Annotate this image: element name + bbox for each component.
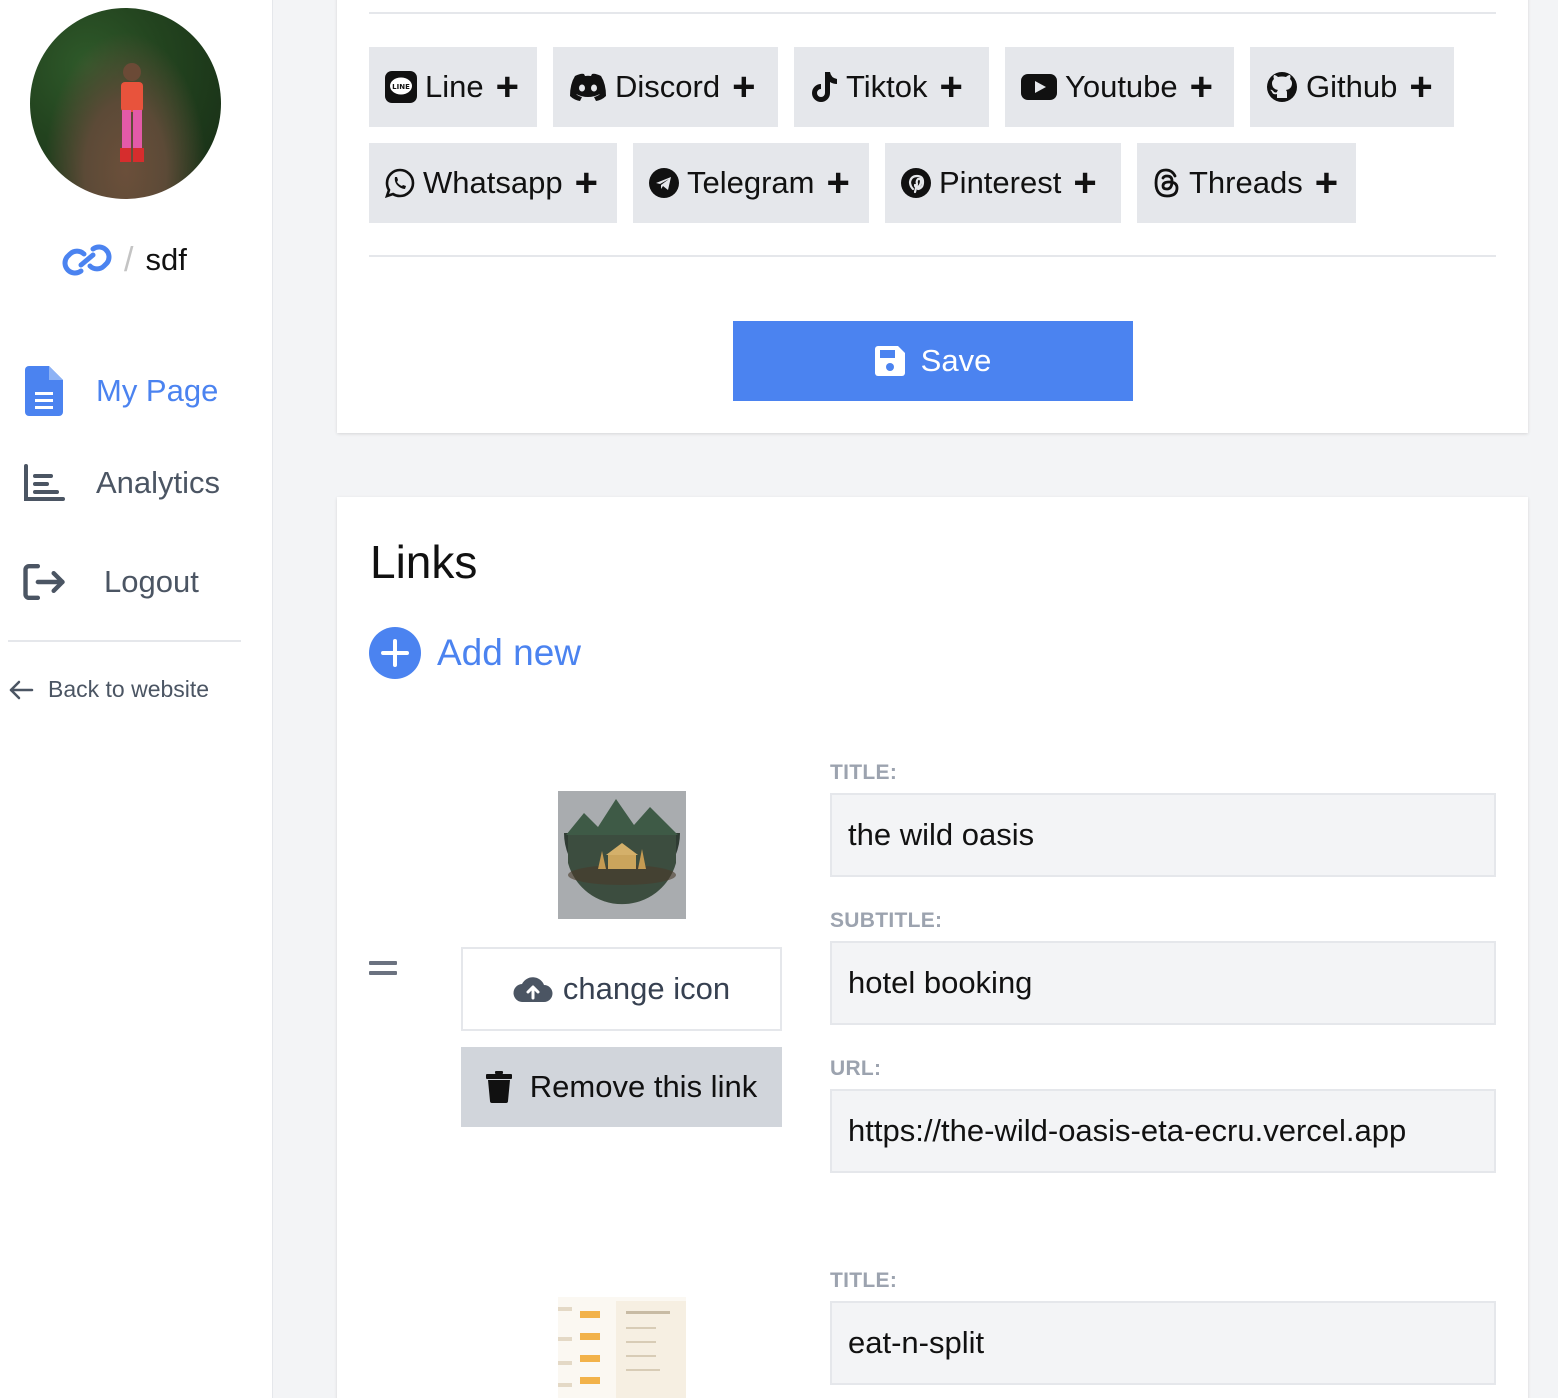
floppy-disk-icon xyxy=(874,346,905,376)
document-icon xyxy=(22,366,66,416)
cloud-upload-icon xyxy=(513,977,553,1003)
nav-logout[interactable]: Logout xyxy=(22,560,199,604)
discord-icon xyxy=(570,73,606,101)
username-separator: / xyxy=(124,240,134,279)
username-text: sdf xyxy=(145,242,187,277)
pinterest-label: Pinterest xyxy=(939,165,1062,200)
socials-divider xyxy=(369,255,1496,257)
change-icon-label: change icon xyxy=(562,971,731,1006)
plus-circle-icon xyxy=(369,627,421,679)
subtitle-input[interactable]: hotel booking xyxy=(830,941,1496,1025)
plus-icon: + xyxy=(939,65,963,109)
add-line-button[interactable]: LINE Line + xyxy=(369,47,537,127)
link-icon-image xyxy=(558,1297,686,1398)
threads-label: Threads xyxy=(1189,165,1303,200)
save-button[interactable]: Save xyxy=(733,321,1133,401)
title-input[interactable]: eat-n-split xyxy=(830,1301,1496,1385)
save-label: Save xyxy=(920,343,992,378)
bar-chart-icon xyxy=(22,464,66,502)
title-label: TITLE: xyxy=(830,761,898,784)
plus-icon: + xyxy=(495,65,519,109)
socials-card: LINE Line + Discord + Tiktok + Youtube + xyxy=(337,0,1528,433)
avatar xyxy=(30,8,221,199)
avatar-photo xyxy=(120,63,144,162)
github-icon xyxy=(1267,72,1297,102)
discord-label: Discord xyxy=(615,69,721,104)
plus-icon: + xyxy=(1073,161,1097,205)
nav-analytics-label: Analytics xyxy=(96,465,221,500)
links-heading: Links xyxy=(370,536,478,588)
add-telegram-button[interactable]: Telegram + xyxy=(633,143,869,223)
trash-icon xyxy=(485,1071,512,1103)
plus-icon: + xyxy=(826,161,850,205)
remove-link-button[interactable]: Remove this link xyxy=(461,1047,782,1127)
back-to-website-link[interactable]: Back to website xyxy=(8,676,209,703)
tiktok-icon xyxy=(812,72,837,102)
nav-my-page-label: My Page xyxy=(96,373,219,408)
svg-text:LINE: LINE xyxy=(392,83,410,91)
whatsapp-icon xyxy=(385,168,415,198)
change-icon-button[interactable]: change icon xyxy=(461,947,782,1031)
youtube-icon xyxy=(1021,74,1057,100)
add-whatsapp-button[interactable]: Whatsapp + xyxy=(369,143,617,223)
add-pinterest-button[interactable]: Pinterest + xyxy=(885,143,1121,223)
github-label: Github xyxy=(1306,69,1398,104)
line-label: Line xyxy=(425,69,484,104)
tiktok-label: Tiktok xyxy=(846,69,928,104)
url-input[interactable]: https://the-wild-oasis-eta-ecru.vercel.a… xyxy=(830,1089,1496,1173)
logout-icon xyxy=(22,560,66,604)
title-input[interactable]: the wild oasis xyxy=(830,793,1496,877)
links-card: Links Add new change icon Remove this li… xyxy=(337,497,1528,1398)
youtube-label: Youtube xyxy=(1065,69,1178,104)
add-new-link-button[interactable]: Add new xyxy=(369,627,581,679)
telegram-icon xyxy=(649,168,679,198)
whatsapp-label: Whatsapp xyxy=(423,165,563,200)
plus-icon: + xyxy=(1189,65,1214,109)
plus-icon: + xyxy=(1314,161,1339,205)
add-discord-button[interactable]: Discord + xyxy=(553,47,778,127)
telegram-label: Telegram xyxy=(687,165,815,200)
pinterest-icon xyxy=(901,168,931,198)
plus-icon: + xyxy=(732,65,756,109)
link-icon-image xyxy=(558,791,686,919)
line-icon: LINE xyxy=(385,71,417,103)
nav-analytics[interactable]: Analytics xyxy=(22,464,220,502)
title-label: TITLE: xyxy=(830,1269,898,1292)
remove-link-label: Remove this link xyxy=(529,1069,758,1104)
threads-icon xyxy=(1154,168,1179,198)
add-tiktok-button[interactable]: Tiktok + xyxy=(794,47,989,127)
sidebar: / sdf My Page Analytics Logout Back to w… xyxy=(0,0,273,1398)
add-threads-button[interactable]: Threads + xyxy=(1137,143,1356,223)
url-label: URL: xyxy=(830,1057,882,1080)
plus-icon: + xyxy=(1409,65,1433,109)
back-to-website-label: Back to website xyxy=(48,676,210,702)
plus-icon: + xyxy=(574,161,598,205)
add-new-label: Add new xyxy=(437,632,581,673)
nav-logout-label: Logout xyxy=(104,564,199,599)
sidebar-divider xyxy=(8,640,241,642)
arrow-left-icon xyxy=(9,680,34,699)
add-youtube-button[interactable]: Youtube + xyxy=(1005,47,1234,127)
add-github-button[interactable]: Github + xyxy=(1250,47,1454,127)
top-divider xyxy=(369,12,1496,14)
drag-handle-icon[interactable] xyxy=(369,961,397,981)
subtitle-label: SUBTITLE: xyxy=(830,909,943,932)
nav-my-page[interactable]: My Page xyxy=(22,366,218,416)
username-row: / sdf xyxy=(62,240,187,280)
link-logo-icon xyxy=(62,244,112,276)
